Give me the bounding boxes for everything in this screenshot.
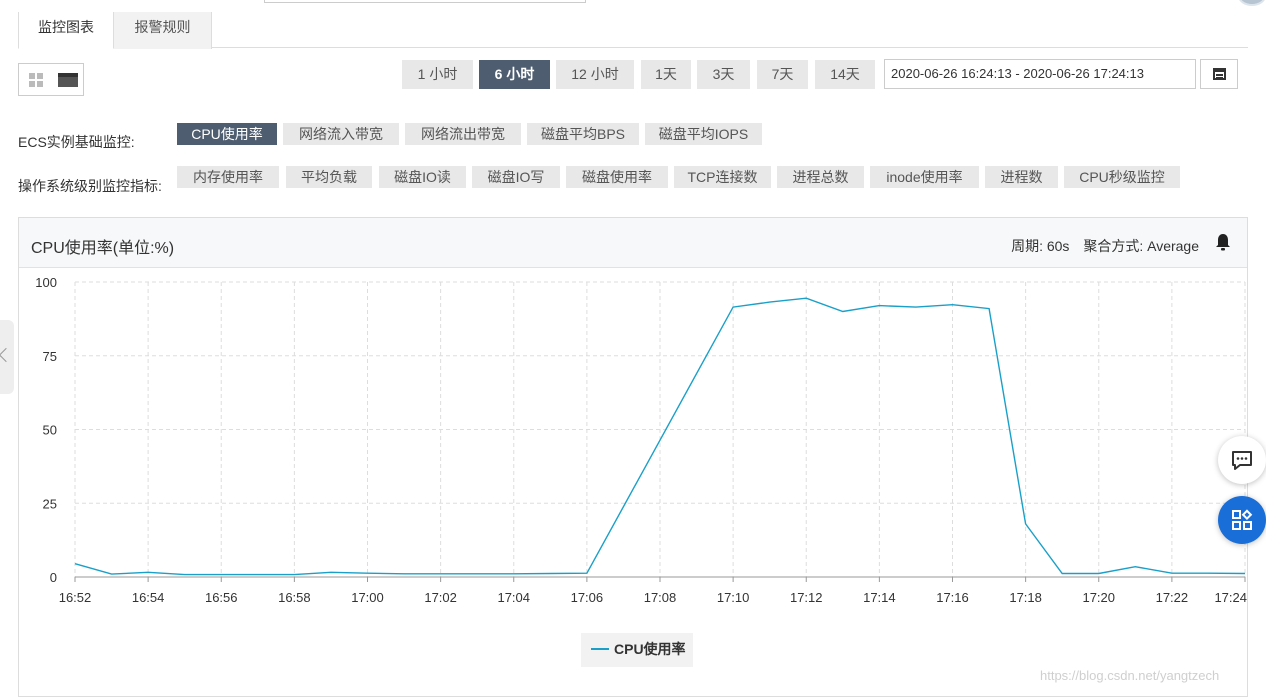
time-range-button[interactable]: 7天 <box>757 60 808 89</box>
metric-button[interactable]: 磁盘平均BPS <box>527 123 639 145</box>
grid-view-button[interactable] <box>20 65 51 94</box>
x-tick-label: 17:06 <box>571 590 604 605</box>
y-tick-label: 50 <box>43 423 57 438</box>
time-range-button[interactable]: 1 小时 <box>402 60 473 89</box>
date-range-input[interactable]: 2020-06-26 16:24:13 - 2020-06-26 17:24:1… <box>884 59 1196 89</box>
list-icon <box>57 72 78 87</box>
calendar-button[interactable] <box>1200 59 1238 89</box>
x-tick-label: 17:16 <box>936 590 969 605</box>
chat-button[interactable] <box>1218 436 1266 484</box>
metric-row-label: 操作系统级别监控指标: <box>18 178 162 194</box>
cpu-line-chart: 0 25 50 75 100 16:52 16:54 16:56 16:58 17:00 17:02… <box>35 275 1247 667</box>
x-tick-label: 17:18 <box>1009 590 1042 605</box>
metric-button[interactable]: CPU使用率 <box>177 123 277 145</box>
x-tick-label: 17:04 <box>497 590 530 605</box>
metric-button[interactable]: CPU秒级监控 <box>1064 166 1180 188</box>
tab-monitor-charts[interactable]: 监控图表 <box>18 12 114 49</box>
x-tick-label: 17:24 <box>1214 590 1247 605</box>
metric-button[interactable]: 磁盘IO读 <box>379 166 466 188</box>
time-range-button[interactable]: 12 小时 <box>556 60 634 89</box>
list-view-button[interactable] <box>52 65 83 94</box>
grid-icon <box>28 72 43 87</box>
time-range-button[interactable]: 1天 <box>641 60 691 89</box>
x-tick-label: 17:20 <box>1082 590 1115 605</box>
x-tick-label: 17:02 <box>424 590 457 605</box>
x-tick-label: 17:00 <box>351 590 384 605</box>
metric-button[interactable]: TCP连接数 <box>674 166 771 188</box>
time-range-button[interactable]: 14天 <box>815 60 875 89</box>
metric-button[interactable]: 进程总数 <box>777 166 864 188</box>
y-tick-label: 0 <box>50 570 57 585</box>
chat-icon <box>1232 451 1252 470</box>
y-tick-label: 100 <box>35 275 57 290</box>
time-range-button[interactable]: 3天 <box>697 60 750 89</box>
apps-icon <box>1232 509 1253 530</box>
legend-label: CPU使用率 <box>614 641 686 657</box>
view-toggle <box>18 63 84 96</box>
metric-button[interactable]: 内存使用率 <box>177 166 279 188</box>
metric-button[interactable]: 网络流入带宽 <box>283 123 399 145</box>
watermark: https://blog.csdn.net/yangtzech <box>1040 668 1220 683</box>
x-tick-label: 16:54 <box>132 590 165 605</box>
y-tick-label: 25 <box>43 496 57 511</box>
avatar[interactable] <box>1238 0 1266 6</box>
x-tick-label: 16:58 <box>278 590 311 605</box>
y-tick-label: 75 <box>43 349 57 364</box>
calendar-icon <box>1212 68 1226 80</box>
x-tick-label: 17:10 <box>717 590 750 605</box>
chart-panel: CPU使用率(单位:%) 周期: 60s 聚合方式: Average 0 25 50… <box>18 217 1248 697</box>
metric-button[interactable]: 磁盘使用率 <box>566 166 668 188</box>
metric-button[interactable]: inode使用率 <box>870 166 979 188</box>
metric-button[interactable]: 进程数 <box>985 166 1058 188</box>
top-search-input[interactable] <box>264 0 586 3</box>
apps-button[interactable] <box>1218 496 1266 544</box>
collapse-sidebar-handle[interactable] <box>0 320 14 394</box>
x-tick-label: 17:14 <box>863 590 896 605</box>
x-tick-label: 17:22 <box>1156 590 1189 605</box>
x-tick-label: 17:08 <box>644 590 677 605</box>
metric-button[interactable]: 磁盘IO写 <box>472 166 560 188</box>
x-tick-label: 16:56 <box>205 590 238 605</box>
tab-alarm-rules[interactable]: 报警规则 <box>114 12 212 49</box>
metric-row-label: ECS实例基础监控: <box>18 134 135 150</box>
metric-button[interactable]: 磁盘平均IOPS <box>645 123 762 145</box>
x-tick-label: 17:12 <box>790 590 823 605</box>
time-range-button[interactable]: 6 小时 <box>479 60 550 89</box>
metric-button[interactable]: 平均负载 <box>286 166 372 188</box>
tab-bar: 监控图表 报警规则 <box>18 12 1248 49</box>
x-tick-label: 16:52 <box>59 590 92 605</box>
metric-button[interactable]: 网络流出带宽 <box>405 123 521 145</box>
